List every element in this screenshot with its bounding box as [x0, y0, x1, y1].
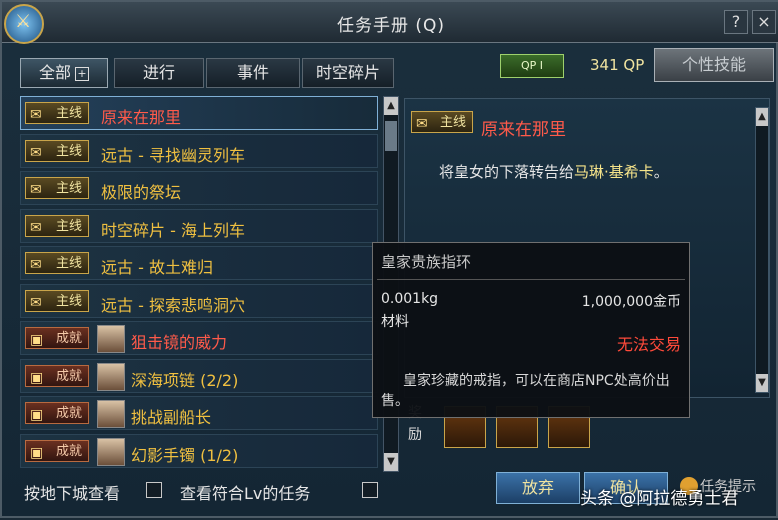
achievement-badge: ▣ 成就 [25, 439, 89, 462]
footer-bar: 按地下城查看 查看符合Lv的任务 放弃 确认 任务提示 头条 @阿拉德勇士君 [2, 472, 778, 520]
scroll-down-icon[interactable]: ▼ [384, 453, 398, 471]
qp-value: 341 QP [590, 56, 645, 74]
detail-description: 将皇女的下落转告给马琳·基希卡。 [439, 163, 669, 181]
help-button[interactable]: ? [724, 10, 748, 34]
qp-badge: QP I [500, 54, 564, 78]
tab-all-label: 全部 [38, 63, 71, 82]
portrait-icon [97, 437, 125, 466]
quest-list-item[interactable]: ▣ 成就 深海项链 (2/2) [20, 358, 378, 393]
check-lv-label: 查看符合Lv的任务 [180, 484, 311, 503]
achievement-chest-icon: ▣ [30, 407, 44, 423]
tooltip-description: 皇家珍藏的戒指，可以在商店NPC处高价出售。 [381, 373, 670, 409]
quest-list-item[interactable]: ✉ 主线 远古 - 故土难归 [20, 246, 378, 280]
main-quest-badge: ✉ 主线 [25, 102, 89, 124]
window-title: 任务手册 (Q) [336, 16, 446, 36]
main-quest-badge: ✉ 主线 [411, 111, 473, 133]
check-dungeon-label: 按地下城查看 [24, 484, 121, 503]
tab-time-fragment[interactable]: 时空碎片 [302, 58, 394, 88]
quest-list-item[interactable]: ✉ 主线 远古 - 寻找幽灵列车 [20, 133, 378, 168]
main-quest-badge: ✉ 主线 [25, 214, 89, 237]
quest-scroll-icon: ✉ [30, 219, 42, 236]
quest-scroll-icon: ✉ [30, 107, 42, 123]
scroll-up-icon[interactable]: ▲ [384, 97, 398, 115]
main-quest-badge: ✉ 主线 [25, 177, 89, 199]
detail-title: 原来在那里 [481, 120, 566, 140]
quest-list-item[interactable]: ▣ 成就 狙击镜的威力 [20, 321, 378, 355]
check-dungeon-checkbox[interactable] [146, 482, 162, 498]
npc-name: 马琳·基希卡 [574, 163, 654, 181]
quest-title: 极限的祭坛 [101, 183, 182, 202]
personal-skill-button[interactable]: 个性技能 [654, 48, 774, 82]
quest-scroll-icon: ✉ [30, 144, 42, 161]
watermark: 头条 @阿拉德勇士君 [580, 489, 739, 509]
detail-scroll-down-icon[interactable]: ▼ [756, 374, 768, 392]
quest-title: 狙击镜的威力 [131, 333, 228, 352]
detail-tag: ✉ 主线 [411, 111, 473, 133]
detail-scrollbar[interactable]: ▲ ▼ [755, 107, 769, 393]
quest-list-item[interactable]: ✉ 主线 极限的祭坛 [20, 171, 378, 205]
achievement-badge: ▣ 成就 [25, 402, 89, 424]
title-bar[interactable]: ⚔ 任务手册 (Q) ? × [2, 2, 778, 44]
scroll-thumb[interactable] [385, 121, 397, 151]
main-quest-badge: ✉ 主线 [25, 139, 89, 162]
quest-title: 挑战副船长 [131, 408, 212, 427]
quest-title: 原来在那里 [101, 108, 182, 127]
quest-list-item[interactable]: ▣ 成就 挑战副船长 [20, 396, 378, 430]
expand-icon[interactable]: + [75, 67, 89, 81]
quest-title: 远古 - 探索悲鸣洞穴 [101, 295, 245, 315]
item-tooltip: 皇家贵族指环 0.001kg 1,000,000金币 材料 无法交易 皇家珍藏的… [372, 242, 690, 418]
quest-window: ⚔ 任务手册 (Q) ? × 全部 + 进行 事件 时空碎片 QP I 341 Q… [0, 0, 778, 518]
achievement-chest-icon: ▣ [30, 332, 44, 348]
quest-list-item[interactable]: ✉ 主线 时空碎片 - 海上列车 [20, 208, 378, 243]
close-button[interactable]: × [752, 10, 776, 34]
portrait-icon [97, 400, 125, 428]
tooltip-price: 1,000,000金币 [581, 294, 681, 310]
quest-title: 远古 - 故土难归 [101, 258, 213, 277]
main-quest-badge: ✉ 主线 [25, 252, 89, 274]
abandon-button[interactable]: 放弃 [496, 472, 580, 504]
tab-all[interactable]: 全部 + [20, 58, 108, 88]
achievement-badge: ▣ 成就 [25, 364, 89, 387]
portrait-icon [97, 325, 125, 353]
tooltip-type: 材料 [381, 314, 409, 330]
tooltip-weight: 0.001kg [381, 291, 439, 307]
quest-title: 幻影手镯 (1/2) [131, 445, 239, 465]
achievement-chest-icon: ▣ [30, 369, 44, 386]
quest-scroll-icon: ✉ [30, 182, 42, 198]
tooltip-item-name: 皇家贵族指环 [381, 253, 472, 271]
quest-scroll-icon: ✉ [30, 294, 42, 311]
detail-scroll-up-icon[interactable]: ▲ [756, 108, 768, 126]
portrait-icon [97, 362, 125, 391]
check-lv-checkbox[interactable] [362, 482, 378, 498]
tooltip-trade-status: 无法交易 [616, 335, 681, 354]
qp-badge-label: QP I [520, 59, 544, 72]
quest-list-item[interactable]: ▣ 成就 幻影手镯 (1/2) [20, 433, 378, 468]
quest-list: ✉ 主线 原来在那里 ✉ 主线 远古 - 寻找幽灵列车 ✉ 主线 极限的祭坛 ✉ 主线 时空碎片 - … [20, 96, 380, 472]
achievement-chest-icon: ▣ [30, 444, 44, 461]
achievement-badge: ▣ 成就 [25, 327, 89, 349]
quest-title: 远古 - 寻找幽灵列车 [101, 145, 245, 165]
tab-in-progress[interactable]: 进行 [114, 58, 204, 88]
quest-scroll-icon: ✉ [416, 116, 428, 132]
quest-list-item[interactable]: ✉ 主线 原来在那里 [20, 96, 378, 130]
quest-title: 时空碎片 - 海上列车 [101, 220, 245, 240]
main-quest-badge: ✉ 主线 [25, 289, 89, 312]
tooltip-divider [377, 279, 685, 280]
quest-list-item[interactable]: ✉ 主线 远古 - 探索悲鸣洞穴 [20, 283, 378, 318]
tab-events[interactable]: 事件 [206, 58, 300, 88]
quest-title: 深海项链 (2/2) [131, 370, 239, 390]
quest-scroll-icon: ✉ [30, 257, 42, 273]
